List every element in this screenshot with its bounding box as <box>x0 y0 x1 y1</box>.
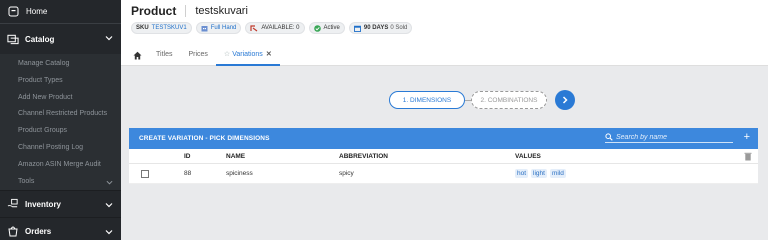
chevron-down-icon <box>106 180 113 185</box>
sidebar-item-manage-catalog[interactable]: Manage Catalog <box>0 56 121 73</box>
cell-name: spiciness <box>226 170 253 177</box>
chevron-down-icon <box>105 230 113 235</box>
close-tab-icon[interactable]: ✕ <box>266 51 272 58</box>
sidebar-item-tools[interactable]: Tools <box>0 174 121 191</box>
column-header-id[interactable]: ID <box>184 153 191 160</box>
column-header-abbreviation[interactable]: ABBREVIATION <box>339 153 388 160</box>
tab-titles[interactable]: Titles <box>148 46 180 66</box>
step-combinations[interactable]: 2. COMBINATIONS <box>471 91 547 109</box>
warehouse-icon <box>201 25 208 31</box>
fulfillment-label: Full Hand <box>210 25 237 31</box>
title-divider <box>185 5 187 17</box>
home-icon <box>7 6 19 18</box>
main-content: Product testskuvari SKU TESTSKUV1 Full H… <box>121 0 768 239</box>
sidebar-section-label: Catalog <box>25 34 55 44</box>
cell-values: hot light mild <box>515 169 566 178</box>
sidebar-item-home[interactable]: Home <box>0 0 121 24</box>
cell-abbreviation: spicy <box>339 170 354 177</box>
row-checkbox[interactable] <box>141 169 149 178</box>
next-step-button[interactable] <box>555 90 575 110</box>
tab-prices[interactable]: Prices <box>180 46 215 66</box>
value-chip: light <box>531 169 547 178</box>
sidebar-item-channel-restricted-products[interactable]: Channel Restricted Products <box>0 106 121 123</box>
sku-value: TESTSKUV1 <box>151 25 187 31</box>
search-icon <box>605 133 613 141</box>
tab-home[interactable] <box>131 46 148 66</box>
sidebar-item-label: Tools <box>18 177 35 185</box>
chevron-right-icon <box>562 96 568 104</box>
sidebar-item-product-groups[interactable]: Product Groups <box>0 123 121 140</box>
sidebar-section-inventory[interactable]: Inventory <box>0 190 121 218</box>
home-icon <box>133 51 142 60</box>
sku-key: SKU <box>136 25 149 31</box>
sales-badge: 90 DAYS 0 Sold <box>348 22 413 34</box>
status-label: Active <box>323 25 340 31</box>
step-dimensions[interactable]: 1. DIMENSIONS <box>389 91 465 109</box>
days-key: 90 DAYS <box>363 25 389 31</box>
star-icon: ☆ <box>223 51 231 58</box>
chevron-down-icon <box>105 36 113 41</box>
value-chip: mild <box>549 169 566 178</box>
calendar-icon <box>353 25 361 32</box>
tab-bar: Titles Prices ☆ Variations ✕ <box>131 44 280 66</box>
sidebar-item-amazon-asin-merge-audit[interactable]: Amazon ASIN Merge Audit <box>0 157 121 174</box>
sku-badge: SKU TESTSKUV1 <box>131 22 192 34</box>
fulfillment-badge: Full Hand <box>195 22 242 34</box>
pick-dimensions-panel: CREATE VARIATION - PICK DIMENSIONS + ID … <box>129 128 758 184</box>
status-badges: SKU TESTSKUV1 Full Hand AVAILABLE: 0 Act… <box>131 22 413 34</box>
search-box <box>605 132 733 143</box>
page-title: Product testskuvari <box>131 4 248 18</box>
panel-title: CREATE VARIATION - PICK DIMENSIONS <box>139 135 270 142</box>
column-header-name[interactable]: NAME <box>226 153 245 160</box>
search-input[interactable] <box>616 133 726 141</box>
catalog-icon <box>7 33 19 45</box>
sidebar-section-label: Orders <box>25 226 52 236</box>
tab-label: Variations <box>232 51 263 58</box>
sidebar-section-catalog[interactable]: Catalog <box>0 24 121 54</box>
cell-id: 88 <box>184 170 192 177</box>
page-title-label: Product <box>131 4 177 18</box>
panel-header: CREATE VARIATION - PICK DIMENSIONS + <box>129 128 758 149</box>
table-header: ID NAME ABBREVIATION VALUES <box>129 149 758 164</box>
value-chip: hot <box>515 169 529 178</box>
add-dimension-button[interactable]: + <box>744 131 750 143</box>
trash-icon[interactable] <box>744 152 752 161</box>
available-badge: AVAILABLE: 0 <box>245 22 305 34</box>
sidebar-item-label: Home <box>26 7 48 16</box>
chevron-down-icon <box>105 203 113 208</box>
tab-variations[interactable]: ☆ Variations ✕ <box>215 46 280 66</box>
column-header-values[interactable]: VALUES <box>515 153 541 160</box>
hand-box-icon <box>7 198 19 210</box>
catalog-submenu: Manage Catalog Product Types Add New Pro… <box>0 54 121 190</box>
sidebar-section-orders[interactable]: Orders <box>0 217 121 240</box>
days-value: 0 Sold <box>390 25 408 31</box>
sidebar-item-channel-posting-log[interactable]: Channel Posting Log <box>0 140 121 157</box>
wizard-steps: 1. DIMENSIONS 2. COMBINATIONS <box>389 90 575 110</box>
product-header: Product testskuvari SKU TESTSKUV1 Full H… <box>121 0 768 66</box>
status-badge: Active <box>308 22 345 34</box>
check-circle-icon <box>313 24 321 32</box>
sidebar: Home Catalog Manage Catalog Product Type… <box>0 0 121 240</box>
shopping-bag-icon <box>7 225 19 237</box>
inventory-alert-icon <box>250 24 258 31</box>
product-name: testskuvari <box>195 5 248 17</box>
available-label: AVAILABLE: 0 <box>261 25 300 31</box>
table-row[interactable]: 88 spiciness spicy hot light mild <box>129 164 758 184</box>
sidebar-item-product-types[interactable]: Product Types <box>0 73 121 90</box>
sidebar-item-add-new-product[interactable]: Add New Product <box>0 90 121 107</box>
sidebar-section-label: Inventory <box>25 199 62 209</box>
